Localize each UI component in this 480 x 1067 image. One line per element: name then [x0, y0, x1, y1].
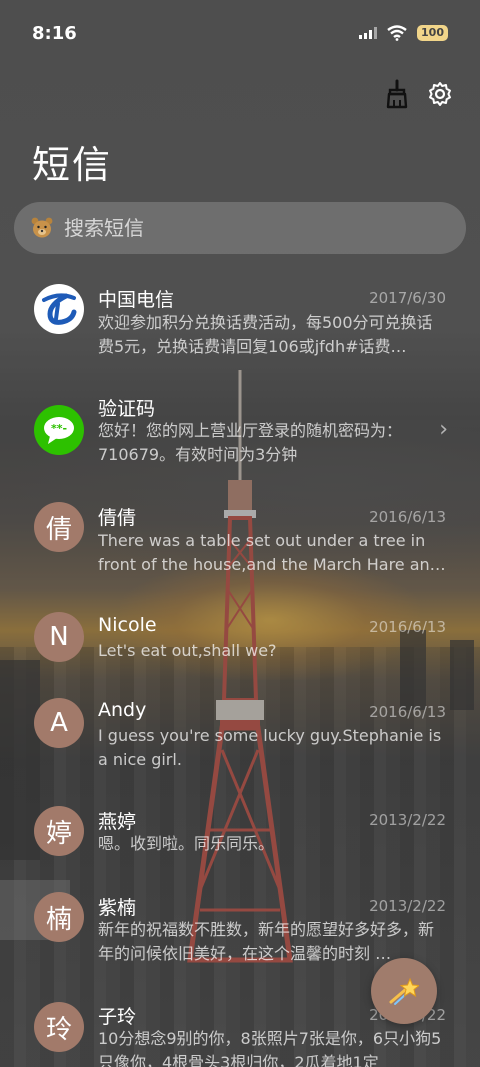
conversation-item[interactable]: A Andy 2016/6/13 I guess you're some luc… — [0, 698, 480, 808]
conversation-item[interactable]: 婷 燕婷 2013/2/22 嗯。收到啦。同乐同乐。 — [0, 806, 480, 886]
conversation-preview: Let's eat out,shall we? — [98, 641, 277, 660]
conversation-date: 2013/2/22 — [369, 897, 446, 915]
svg-text:**-: **- — [51, 422, 67, 435]
conversation-name: 中国电信 — [98, 289, 175, 311]
conversation-preview: 嗯。收到啦。同乐同乐。 — [98, 834, 275, 853]
conversation-date: 2016/6/13 — [369, 618, 446, 636]
conversation-item[interactable]: 中国电信 2017/6/30 欢迎参加积分兑换话费活动，每500分可兑换话费5元… — [0, 282, 480, 392]
conversation-date: 2016/6/13 — [369, 703, 446, 721]
conversation-date: 2017/6/30 — [369, 289, 446, 307]
bear-icon — [31, 217, 53, 238]
compose-button[interactable] — [371, 958, 437, 1024]
avatar: 倩 — [34, 502, 84, 552]
conversation-item[interactable]: 倩 倩倩 2016/6/13 There was a table set out… — [0, 502, 480, 612]
conversation-date: 2013/2/22 — [369, 811, 446, 829]
broom-icon — [386, 79, 408, 109]
status-bar: 8:16 100 — [0, 0, 480, 68]
conversation-name: 子玲 — [98, 1006, 137, 1028]
telecom-logo-avatar — [34, 284, 84, 334]
wifi-icon — [387, 25, 407, 41]
conversation-preview: 您好！您的网上营业厅登录的随机密码为：710679。有效时间为3分钟 — [98, 421, 403, 464]
avatar: 楠 — [34, 892, 84, 942]
avatar: 玲 — [34, 1002, 84, 1052]
conversation-name: 验证码 — [98, 398, 156, 420]
settings-button[interactable] — [424, 78, 456, 110]
status-icons: 100 — [359, 25, 448, 41]
gear-icon — [429, 82, 451, 106]
clean-button[interactable] — [381, 78, 413, 110]
conversation-name: 燕婷 — [98, 811, 137, 833]
conversation-date: 2016/6/13 — [369, 508, 446, 526]
conversation-name: Andy — [98, 699, 147, 721]
sms-avatar: **- — [34, 405, 84, 455]
conversation-preview: I guess you're some lucky guy.Stephanie … — [98, 726, 442, 769]
conversation-preview: There was a table set out under a tree i… — [98, 531, 446, 574]
page-title: 短信 — [32, 143, 113, 187]
conversation-item[interactable]: N Nicole 2016/6/13 Let's eat out,shall w… — [0, 612, 480, 692]
sms-bubble-icon: **- — [44, 417, 74, 444]
status-time: 8:16 — [32, 23, 77, 44]
conversation-preview: 欢迎参加积分兑换话费活动，每500分可兑换话费5元，兑换话费请回复106或jfd… — [98, 313, 433, 356]
search-bar[interactable] — [14, 202, 466, 254]
signal-icon — [359, 27, 378, 39]
conversation-name: Nicole — [98, 614, 157, 636]
shooting-star-icon — [389, 977, 419, 1005]
avatar: A — [34, 698, 84, 748]
conversation-preview: 10分想念9别的你，8张照片7张是你，6只小狗5只像你，4根骨头3根归你，2瓜着… — [98, 1029, 442, 1067]
telecom-logo-icon — [42, 293, 77, 325]
chevron-right-icon: › — [439, 417, 448, 442]
conversation-item[interactable]: **- 验证码 您好！您的网上营业厅登录的随机密码为：710679。有效时间为3… — [0, 392, 480, 502]
conversation-name: 倩倩 — [98, 507, 137, 529]
conversation-name: 紫楠 — [98, 897, 137, 919]
avatar: N — [34, 612, 84, 662]
battery-indicator: 100 — [417, 25, 448, 41]
avatar: 婷 — [34, 806, 84, 856]
search-input[interactable] — [64, 216, 424, 240]
